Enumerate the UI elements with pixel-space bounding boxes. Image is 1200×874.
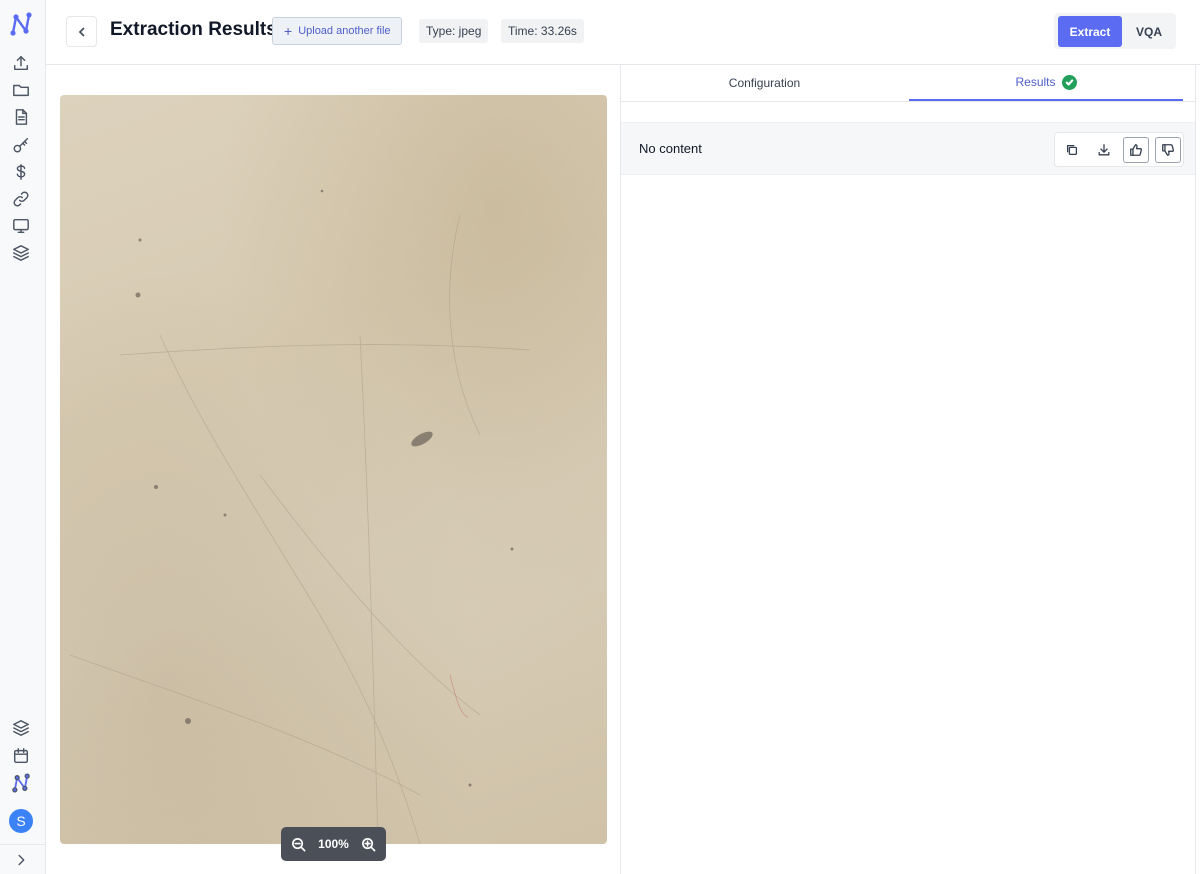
zoom-in-icon[interactable]: [361, 837, 376, 852]
page-title: Extraction Results: [110, 19, 277, 40]
vqa-mode-button[interactable]: VQA: [1126, 16, 1172, 47]
extract-mode-button[interactable]: Extract: [1058, 16, 1122, 47]
download-button[interactable]: [1091, 137, 1117, 163]
back-button[interactable]: [66, 16, 97, 47]
thumbs-up-icon: [1130, 144, 1143, 156]
mode-toggle: Extract VQA: [1054, 13, 1176, 49]
thumbs-down-button[interactable]: [1155, 137, 1181, 163]
result-card: No content: [621, 122, 1195, 175]
key-icon[interactable]: [11, 135, 31, 155]
avatar[interactable]: S: [9, 809, 33, 833]
tab-label: Configuration: [728, 76, 801, 90]
copy-button[interactable]: [1059, 137, 1085, 163]
tab-configuration[interactable]: Configuration: [621, 65, 908, 101]
app-root: S Extraction Results + Upload another fi…: [0, 0, 1200, 874]
result-actions: [1054, 132, 1184, 167]
thumbs-up-button[interactable]: [1123, 137, 1149, 163]
file-type-badge: Type: jpeg: [419, 19, 489, 43]
panel-border: [1195, 65, 1196, 874]
download-icon: [1098, 144, 1110, 156]
result-content: No content: [639, 141, 702, 156]
upload-button-label: Upload another file: [298, 25, 391, 37]
tab-results[interactable]: Results: [909, 65, 1183, 101]
upload-another-file-button[interactable]: + Upload another file: [272, 17, 402, 45]
layers-icon[interactable]: [11, 718, 31, 738]
logo-icon[interactable]: [11, 773, 31, 793]
sidebar: S: [0, 0, 46, 874]
dollar-icon[interactable]: [11, 162, 31, 182]
zoom-controls: 100%: [281, 827, 386, 861]
chevron-left-icon: [78, 26, 85, 37]
upload-icon[interactable]: [11, 53, 31, 73]
document-image: [60, 95, 607, 844]
app-logo-icon[interactable]: [8, 11, 34, 37]
expand-sidebar-icon[interactable]: [11, 850, 31, 870]
tab-label: Results: [1015, 75, 1056, 89]
document-icon[interactable]: [11, 107, 31, 127]
success-check-icon: [1061, 74, 1077, 90]
plus-icon: +: [284, 23, 293, 39]
document-viewer: 100%: [46, 65, 621, 874]
copy-icon: [1066, 144, 1078, 156]
zoom-out-icon[interactable]: [291, 837, 306, 852]
link-icon[interactable]: [11, 189, 31, 209]
calendar-icon[interactable]: [11, 746, 31, 766]
folder-icon[interactable]: [11, 80, 31, 100]
header: Extraction Results + Upload another file…: [46, 0, 1200, 65]
results-panel: Configuration Results No content: [621, 65, 1200, 874]
processing-time-badge: Time: 33.26s: [501, 19, 584, 43]
sidebar-divider: [0, 844, 46, 845]
thumbs-down-icon: [1162, 144, 1175, 156]
zoom-level: 100%: [318, 837, 349, 851]
results-tabs: Configuration Results: [621, 65, 1195, 102]
monitor-icon[interactable]: [11, 216, 31, 236]
layers-icon[interactable]: [11, 243, 31, 263]
